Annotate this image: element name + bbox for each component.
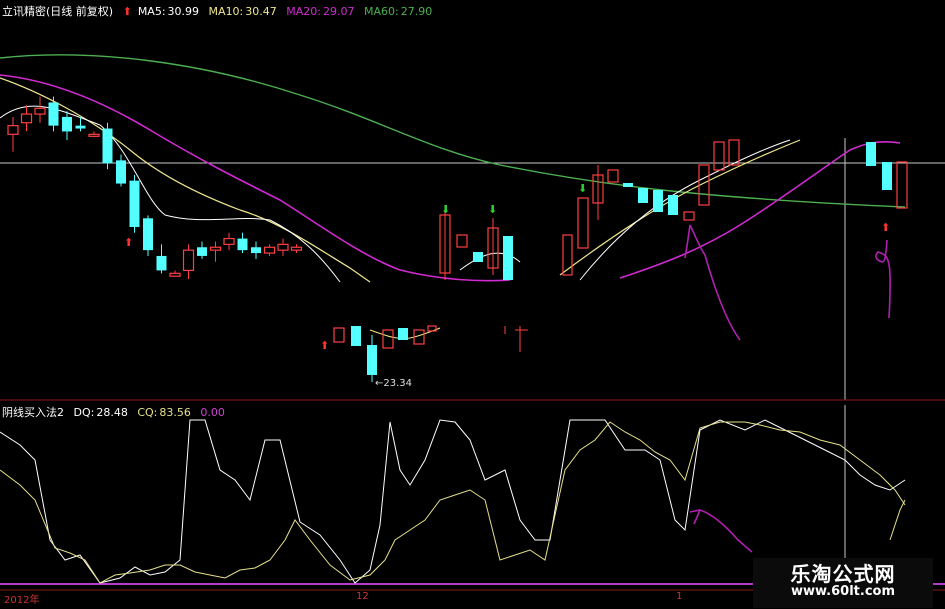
green-arrow-icon: ⬇: [578, 182, 587, 195]
ma5-label: MA5:: [137, 5, 166, 18]
candle-down: [623, 183, 633, 187]
candle-up: [607, 169, 619, 183]
candle-down: [251, 247, 261, 254]
candle-up: [896, 161, 908, 209]
ma10-value: 30.47: [245, 5, 277, 18]
candle-down: [48, 102, 59, 126]
buy-arrow-icon: ⬆: [124, 236, 133, 249]
main-chart-header: 立讯精密(日线 前复权) ⬆ MA5: 30.99 MA10: 30.47 MA20:…: [2, 3, 438, 19]
extra-candles: [333, 139, 908, 382]
ma5-value: 30.99: [167, 5, 200, 18]
candle-down: [102, 128, 113, 164]
cq-indicator-tail: [889, 499, 906, 541]
candle-up: [713, 141, 725, 171]
watermark-url: www.60lt.com: [790, 584, 896, 599]
candle-up: [7, 125, 19, 135]
candle-up: [223, 237, 235, 245]
buy-arrow-icon: ⬆: [881, 221, 890, 234]
candle-up: [382, 329, 394, 349]
stock-title: 立讯精密(日线 前复权): [2, 5, 114, 18]
chart-grid: [0, 138, 945, 591]
buy-arrow-icon: ⬆: [320, 339, 329, 352]
low-price-annotation: ←23.34: [375, 378, 413, 389]
cq-value: 83.56: [159, 406, 191, 419]
handdrawn-arrow-right: [875, 239, 892, 319]
candle-up: [456, 234, 468, 248]
extra-value: 0.00: [200, 406, 225, 419]
candle-down: [866, 142, 876, 166]
dq-value: 28.48: [96, 406, 128, 419]
candle-up: [34, 107, 46, 115]
candle-down: [882, 162, 892, 190]
candle-down: [351, 326, 361, 346]
ma20-value: 29.07: [322, 5, 355, 18]
candle-down: [398, 328, 408, 340]
cq-label: CQ:: [137, 406, 158, 419]
dq-label: DQ:: [73, 406, 95, 419]
candle-up: [290, 246, 303, 251]
low-price-value: 23.34: [383, 378, 413, 389]
candle-up: [209, 246, 222, 251]
candle-down: [638, 188, 648, 203]
ma60-value: 27.90: [400, 5, 433, 18]
x-label-month-1: 1: [676, 591, 683, 602]
ma5-line: [0, 105, 341, 283]
ma10-line-right: [559, 139, 801, 276]
watermark-title: 乐淘公式网: [790, 562, 896, 586]
candle-down: [156, 255, 167, 271]
candle-down: [116, 160, 126, 184]
candle-down: [653, 190, 663, 212]
candle-up: [169, 272, 181, 277]
candle-down: [143, 218, 153, 251]
candle-up: [277, 243, 289, 251]
x-label-month-12: 12: [356, 591, 369, 602]
x-label-year: 2012年: [4, 595, 40, 606]
candle-down: [503, 236, 513, 280]
indicator-header: 阴线买入法2 DQ: 28.48 CQ: 83.56 0.00: [2, 404, 231, 420]
handdrawn-arrow-main: [684, 224, 741, 341]
hand-drawn-annotations: [684, 224, 892, 553]
ma20-label: MA20:: [286, 5, 321, 18]
ma5-line-right: [579, 139, 791, 281]
candle-up: [263, 246, 276, 254]
green-arrow-icon: ⬇: [441, 203, 450, 216]
ma5-arrow-icon: ⬆: [122, 5, 132, 18]
ma60-label: MA60:: [363, 5, 399, 18]
candle-up: [577, 197, 589, 249]
candle-down: [129, 180, 140, 227]
chart-canvas[interactable]: ⬆ ⬆ ⬆ ⬇ ⬇ ⬇: [0, 0, 945, 609]
ma10-label: MA10:: [208, 5, 244, 18]
candle-down: [62, 116, 72, 132]
candle-up: [333, 327, 345, 343]
candle-down: [75, 125, 86, 129]
candle-up: [182, 249, 195, 272]
candle-down: [237, 238, 248, 251]
candle-down: [668, 195, 678, 215]
candle-down: [473, 252, 483, 262]
green-arrow-icon: ⬇: [488, 203, 497, 216]
candle-down: [197, 247, 207, 256]
handdrawn-arrow-lower: [689, 509, 753, 553]
candle-up: [683, 211, 695, 221]
candle-up: [20, 113, 33, 124]
handdrawn-arrow-lower-head: [693, 509, 701, 525]
watermark: 乐淘公式网 www.60lt.com: [753, 558, 933, 608]
indicator-title: 阴线买入法2: [2, 406, 64, 419]
candle-up: [88, 133, 100, 137]
